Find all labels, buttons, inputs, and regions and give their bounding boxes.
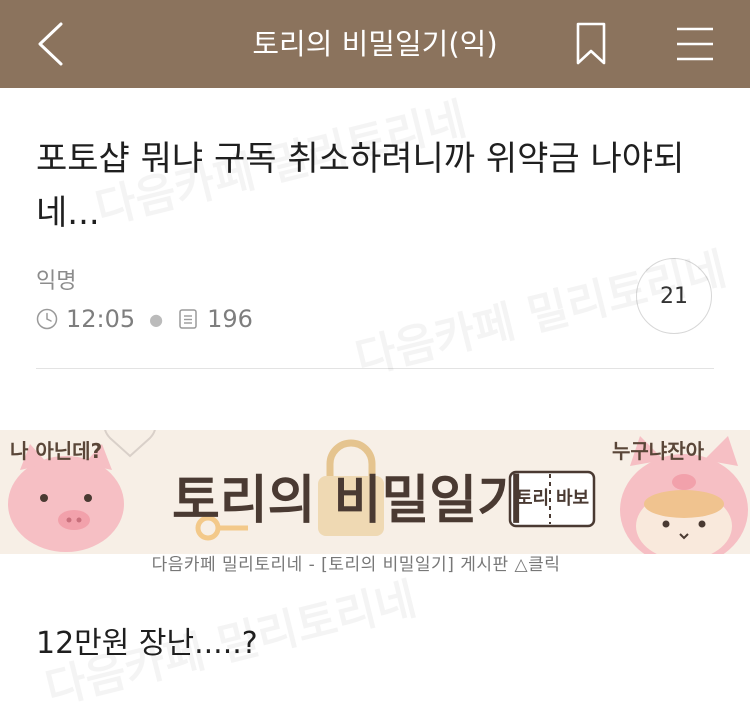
banner-subtext[interactable]: 다음카페 밀리토리네 - [토리의 비밀일기] 게시판 △클릭 — [0, 550, 712, 575]
post-body: 12만원 장난.....? — [36, 626, 258, 661]
divider — [36, 368, 714, 369]
banner-sign-text-2: 바보 — [556, 488, 589, 509]
comment-count-button[interactable]: 21 — [636, 258, 712, 334]
page-title: 토리의 비밀일기(익) — [252, 27, 498, 61]
post-title: 포토샵 뭐냐 구독 취소하려니까 위약금 나야되네... — [36, 139, 685, 233]
view-count: 196 — [207, 305, 253, 333]
back-button[interactable] — [28, 20, 76, 68]
meta-separator: ● — [149, 309, 164, 329]
banner-left-caption: 나 아닌데? — [10, 439, 102, 463]
post-time: 12:05 — [66, 305, 136, 333]
chevron-left-icon — [38, 22, 63, 66]
top-bar: 토리의 비밀일기(익) — [0, 0, 750, 88]
paw-heart-icon — [104, 430, 156, 458]
post-content: 포토샵 뭐냐 구독 취소하려니까 위약금 나야되네... 익명 12:05 ● … — [0, 88, 750, 724]
menu-button[interactable] — [672, 20, 718, 68]
comment-count: 21 — [660, 283, 688, 309]
banner-sign-text-1: 토리 — [516, 488, 549, 509]
clock-icon — [36, 308, 58, 330]
banner-right-caption: 누구냐잔아 — [612, 439, 705, 463]
author-name[interactable]: 익명 — [36, 263, 76, 295]
bookmark-button[interactable] — [570, 20, 614, 68]
banner-title: 토리의 비밀일기 — [172, 471, 525, 531]
document-views-icon — [179, 309, 197, 329]
post-meta: 12:05 ● 196 — [36, 304, 253, 334]
bookmark-icon — [576, 22, 606, 65]
hamburger-menu-icon — [677, 27, 713, 61]
banner-illustration: 토리의 비밀일기 나 아닌데? 누구냐잔아 토리 바보 — [8, 430, 748, 554]
cafe-banner[interactable]: 토리의 비밀일기 나 아닌데? 누구냐잔아 토리 바보 — [0, 430, 750, 554]
